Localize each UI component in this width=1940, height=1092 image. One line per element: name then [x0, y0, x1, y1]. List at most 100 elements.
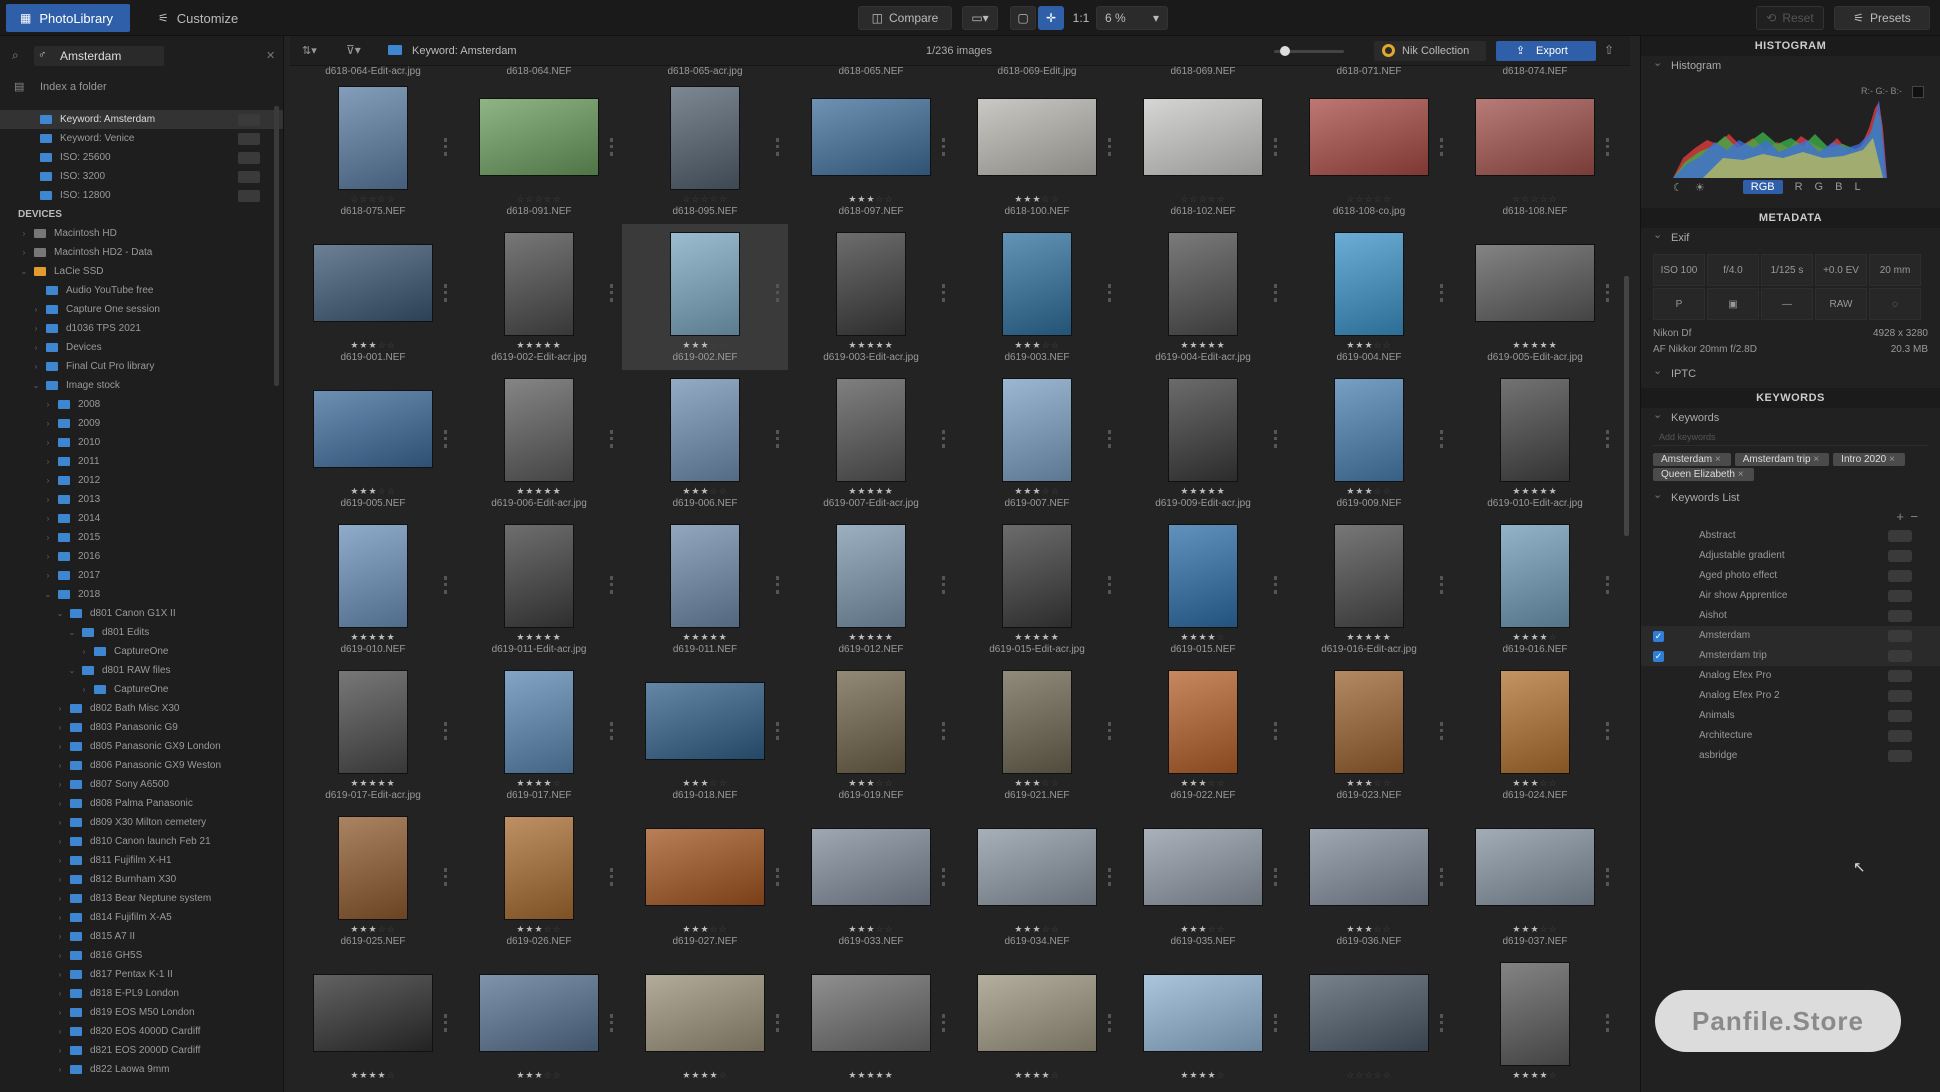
thumbnail-cell[interactable]: ★★★★★ d619-003-Edit-acr.jpg — [788, 224, 954, 370]
more-icon[interactable] — [1606, 284, 1610, 302]
more-icon[interactable] — [1440, 576, 1444, 594]
thumbnail-cell[interactable]: ★★★★☆ — [290, 954, 456, 1092]
folder-item[interactable]: ⌄ d801 Edits — [0, 623, 283, 642]
rating-stars[interactable]: ☆☆☆☆☆ — [456, 194, 622, 205]
more-icon[interactable] — [444, 284, 448, 302]
more-icon[interactable] — [942, 576, 946, 594]
folder-item[interactable]: › d818 E-PL9 London — [0, 984, 283, 1003]
folder-item[interactable]: › 2013 — [0, 490, 283, 509]
more-icon[interactable] — [1274, 576, 1278, 594]
thumbnail-image[interactable] — [338, 816, 408, 920]
nik-collection-button[interactable]: Nik Collection — [1374, 41, 1486, 61]
thumbnail-cell[interactable]: ★★★★★ d619-010.NEF — [290, 516, 456, 662]
thumbnail-image[interactable] — [1500, 524, 1570, 628]
rating-stars[interactable]: ★★★☆☆ — [788, 924, 954, 935]
expand-caret-icon[interactable]: › — [30, 343, 42, 352]
expand-caret-icon[interactable]: ⌄ — [42, 590, 54, 599]
thumbnail-cell[interactable]: ★★★☆☆ d619-005.NEF — [290, 370, 456, 516]
rating-stars[interactable]: ★★★★★ — [788, 340, 954, 351]
expand-caret-icon[interactable]: › — [42, 552, 54, 561]
more-icon[interactable] — [610, 284, 614, 302]
thumbnail-cell[interactable]: ★★★☆☆ d619-018.NEF — [622, 662, 788, 808]
folder-item[interactable]: › d816 GH5S — [0, 946, 283, 965]
rating-stars[interactable]: ★★★★☆ — [954, 1070, 1120, 1081]
thumbnail-image[interactable] — [1334, 232, 1404, 336]
keyword-list-item[interactable]: Aishot — [1641, 606, 1940, 626]
expand-caret-icon[interactable]: ⌄ — [66, 666, 78, 675]
expand-caret-icon[interactable]: › — [42, 514, 54, 523]
thumbnail-image[interactable] — [977, 98, 1097, 176]
compare-button[interactable]: ◫ Compare — [858, 6, 952, 30]
add-keywords-input[interactable]: Add keywords — [1653, 428, 1928, 446]
rating-stars[interactable]: ☆☆☆☆☆ — [290, 194, 456, 205]
rating-stars[interactable]: ★★★★★ — [290, 632, 456, 643]
more-icon[interactable] — [942, 1014, 946, 1032]
more-icon[interactable] — [1274, 430, 1278, 448]
thumbnail-image[interactable] — [1168, 232, 1238, 336]
expand-caret-icon[interactable]: › — [18, 248, 30, 257]
thumbnail-image[interactable] — [1475, 98, 1595, 176]
rating-stars[interactable]: ★★★☆☆ — [290, 486, 456, 497]
single-view-button[interactable]: ▢ — [1010, 6, 1036, 30]
folder-item[interactable]: › d810 Canon launch Feb 21 — [0, 832, 283, 851]
rating-stars[interactable]: ★★★★☆ — [1452, 1070, 1618, 1081]
thumbnail-cell[interactable]: ★★★☆☆ d619-004.NEF — [1286, 224, 1452, 370]
remove-chip-icon[interactable]: × — [1813, 454, 1819, 465]
thumbnail-image[interactable] — [670, 524, 740, 628]
keyword-list-item[interactable]: Animals — [1641, 706, 1940, 726]
expand-caret-icon[interactable]: › — [54, 875, 66, 884]
more-icon[interactable] — [776, 284, 780, 302]
keyword-list-item[interactable]: Analog Efex Pro — [1641, 666, 1940, 686]
thumbnail-cell[interactable]: ★★★☆☆ d619-037.NEF — [1452, 808, 1618, 954]
thumbnail-cell[interactable]: ☆☆☆☆☆ — [1286, 954, 1452, 1092]
expand-caret-icon[interactable]: › — [54, 818, 66, 827]
folder-item[interactable]: › d817 Pentax K-1 II — [0, 965, 283, 984]
more-icon[interactable] — [610, 576, 614, 594]
rating-stars[interactable]: ★★★☆☆ — [622, 778, 788, 789]
more-icon[interactable] — [610, 868, 614, 886]
thumbnail-image[interactable] — [811, 828, 931, 906]
thumbnail-cell[interactable]: ★★★☆☆ d619-023.NEF — [1286, 662, 1452, 808]
search-input[interactable]: Amsterdam — [34, 46, 164, 66]
thumbnail-image[interactable] — [836, 378, 906, 482]
expand-caret-icon[interactable]: › — [54, 1008, 66, 1017]
rating-stars[interactable]: ★★★☆☆ — [456, 924, 622, 935]
thumbnail-cell[interactable]: ☆☆☆☆☆ d618-095.NEF — [622, 78, 788, 224]
channel-l[interactable]: L — [1854, 181, 1860, 193]
expand-caret-icon[interactable]: › — [42, 419, 54, 428]
keyword-chip[interactable]: Intro 2020 × — [1833, 453, 1905, 466]
more-icon[interactable] — [1108, 576, 1112, 594]
thumbnail-cell[interactable]: ★★★☆☆ d619-002.NEF — [622, 224, 788, 370]
expand-caret-icon[interactable]: › — [54, 780, 66, 789]
folder-item[interactable]: ⌄ d801 RAW files — [0, 661, 283, 680]
expand-caret-icon[interactable]: › — [42, 476, 54, 485]
thumbnail-cell[interactable]: ☆☆☆☆☆ d618-108-co.jpg — [1286, 78, 1452, 224]
thumbnail-image[interactable] — [836, 670, 906, 774]
thumbnail-image[interactable] — [338, 670, 408, 774]
thumbnail-image[interactable] — [1334, 524, 1404, 628]
folder-item[interactable]: › Capture One session — [0, 300, 283, 319]
rating-stars[interactable]: ★★★☆☆ — [954, 924, 1120, 935]
more-icon[interactable] — [1274, 722, 1278, 740]
rating-stars[interactable]: ★★★★★ — [456, 632, 622, 643]
expand-caret-icon[interactable]: › — [54, 742, 66, 751]
remove-keyword-icon[interactable]: − — [1910, 509, 1918, 524]
thumbnail-image[interactable] — [479, 974, 599, 1052]
thumbnail-image[interactable] — [1334, 378, 1404, 482]
moon-icon[interactable]: ☾ — [1673, 181, 1683, 194]
expand-caret-icon[interactable]: › — [54, 799, 66, 808]
rating-stars[interactable]: ★★★☆☆ — [1286, 924, 1452, 935]
folder-item[interactable]: › d821 EOS 2000D Cardiff — [0, 1041, 283, 1060]
histogram-section[interactable]: Histogram — [1641, 53, 1940, 76]
more-icon[interactable] — [1274, 1014, 1278, 1032]
keyword-chip[interactable]: Amsterdam trip × — [1734, 453, 1830, 466]
checkbox-checked-icon[interactable]: ✓ — [1653, 651, 1664, 662]
expand-caret-icon[interactable]: › — [54, 951, 66, 960]
thumbnail-image[interactable] — [670, 378, 740, 482]
thumbnail-cell[interactable]: ★★★☆☆ d619-003.NEF — [954, 224, 1120, 370]
thumbnail-cell[interactable]: ★★★★★ d619-016-Edit-acr.jpg — [1286, 516, 1452, 662]
keyword-filter-item[interactable]: ISO: 25600 — [0, 148, 283, 167]
folder-item[interactable]: › 2012 — [0, 471, 283, 490]
thumbnail-cell[interactable]: ★★★☆☆ d619-019.NEF — [788, 662, 954, 808]
add-keyword-icon[interactable]: + — [1896, 509, 1904, 524]
